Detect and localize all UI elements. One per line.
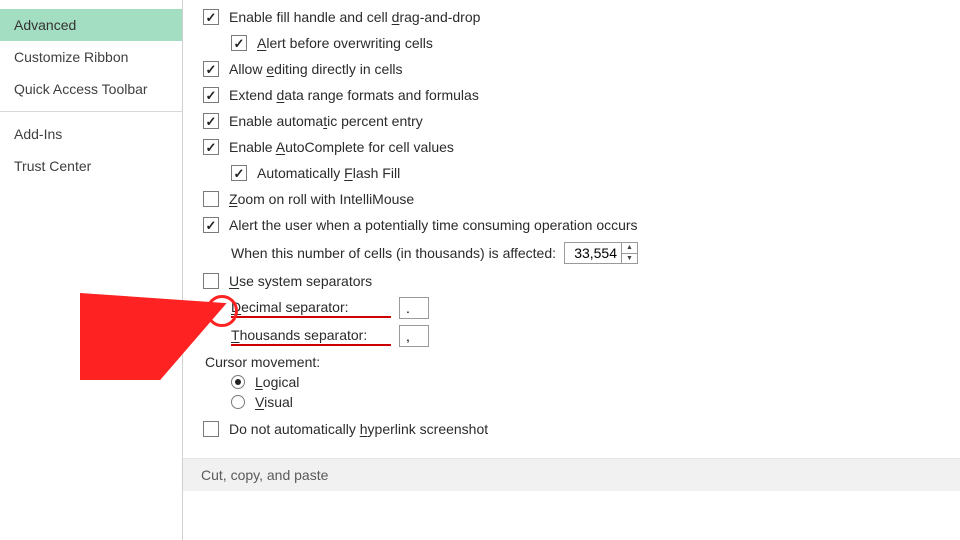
label-visual: Visual xyxy=(255,394,293,410)
checkbox-allow-editing[interactable] xyxy=(203,61,219,77)
checkbox-alert-time[interactable] xyxy=(203,217,219,233)
checkbox-use-system-separators[interactable] xyxy=(203,273,219,289)
section-cut-copy-paste: Cut, copy, and paste xyxy=(183,458,960,491)
sidebar-item-addins[interactable]: Add-Ins xyxy=(0,118,182,150)
sidebar-item-quick-access[interactable]: Quick Access Toolbar xyxy=(0,73,182,105)
sidebar-item-trust-center[interactable]: Trust Center xyxy=(0,150,182,182)
label-thousands-separator: Thousands separator: xyxy=(231,327,391,346)
input-decimal-separator[interactable] xyxy=(399,297,429,319)
label-logical: Logical xyxy=(255,374,299,390)
sidebar-item-customize-ribbon[interactable]: Customize Ribbon xyxy=(0,41,182,73)
label-threshold: When this number of cells (in thousands)… xyxy=(231,245,556,261)
label-hyperlink-screenshot: Do not automatically hyperlink screensho… xyxy=(229,418,488,440)
label-autocomplete: Enable AutoComplete for cell values xyxy=(229,136,454,158)
options-panel: Enable fill handle and cell drag-and-dro… xyxy=(183,0,960,540)
label-zoom-roll: Zoom on roll with IntelliMouse xyxy=(229,188,414,210)
label-cursor-movement: Cursor movement: xyxy=(205,350,960,372)
label-allow-editing: Allow editing directly in cells xyxy=(229,58,403,80)
checkbox-flash-fill[interactable] xyxy=(231,165,247,181)
spinner-up-icon[interactable]: ▲ xyxy=(622,243,637,254)
checkbox-percent-entry[interactable] xyxy=(203,113,219,129)
checkbox-autocomplete[interactable] xyxy=(203,139,219,155)
sidebar: Advanced Customize Ribbon Quick Access T… xyxy=(0,0,183,540)
checkbox-hyperlink-screenshot[interactable] xyxy=(203,421,219,437)
label-extend-data: Extend data range formats and formulas xyxy=(229,84,479,106)
label-alert-overwrite: Alert before overwriting cells xyxy=(257,32,433,54)
checkbox-alert-overwrite[interactable] xyxy=(231,35,247,51)
sidebar-separator xyxy=(0,111,182,112)
radio-visual[interactable] xyxy=(231,395,245,409)
label-percent-entry: Enable automatic percent entry xyxy=(229,110,423,132)
input-threshold[interactable] xyxy=(564,242,622,264)
input-thousands-separator[interactable] xyxy=(399,325,429,347)
label-alert-time: Alert the user when a potentially time c… xyxy=(229,214,638,236)
checkbox-extend-data[interactable] xyxy=(203,87,219,103)
radio-logical[interactable] xyxy=(231,375,245,389)
checkbox-zoom-roll[interactable] xyxy=(203,191,219,207)
label-decimal-separator: Decimal separator: xyxy=(231,299,391,318)
label-fill-handle: Enable fill handle and cell drag-and-dro… xyxy=(229,6,480,28)
label-flash-fill: Automatically Flash Fill xyxy=(257,162,400,184)
spinner-threshold[interactable]: ▲ ▼ xyxy=(622,242,638,264)
sidebar-item-advanced[interactable]: Advanced xyxy=(0,9,182,41)
label-use-system-separators: Use system separators xyxy=(229,270,372,292)
checkbox-fill-handle[interactable] xyxy=(203,9,219,25)
spinner-down-icon[interactable]: ▼ xyxy=(622,254,637,264)
